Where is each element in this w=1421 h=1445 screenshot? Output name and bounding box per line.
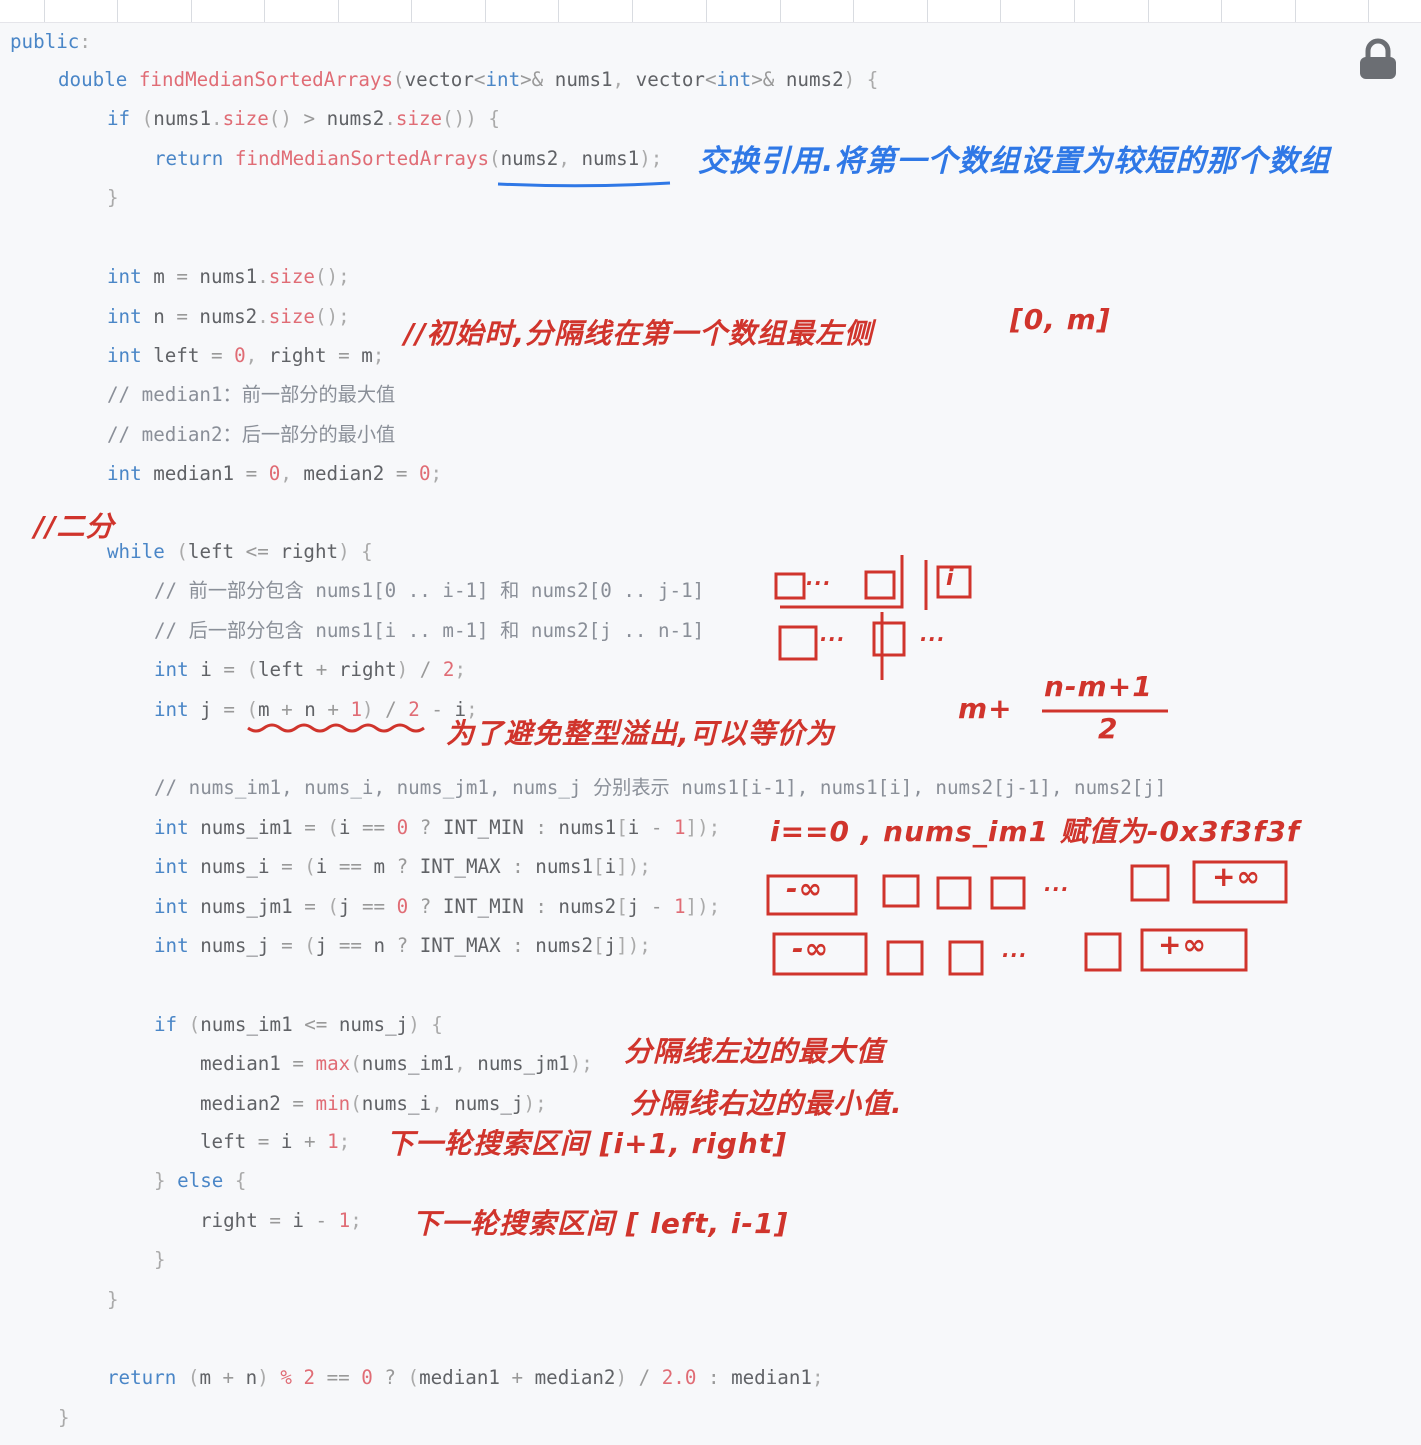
note-overflow: 为了避免整型溢出,可以等价为: [446, 717, 835, 750]
note-im1-zero: i==0 , nums_im1 赋值为-0x3f3f3f: [770, 815, 1301, 848]
note-formula-den: 2: [1098, 712, 1119, 745]
note-init-range: [0, m]: [1010, 303, 1111, 336]
note-init-divider: //初始时,分隔线在第一个数组最左侧: [404, 317, 874, 350]
note-dots: ...: [1002, 938, 1028, 962]
array-sketch: [766, 555, 1288, 976]
note-dots: ...: [806, 566, 832, 590]
note-dots: ...: [920, 622, 946, 646]
note-pos-inf: +∞: [1158, 928, 1207, 961]
note-formula-num: n-m+1: [1044, 670, 1153, 703]
note-pos-inf: +∞: [1212, 860, 1261, 893]
note-right-min: 分隔线右边的最小值.: [630, 1087, 903, 1120]
note-binary: //二分: [34, 510, 115, 543]
note-next-range-2: 下一轮搜索区间 [ left, i-1]: [412, 1207, 789, 1240]
note-left-max: 分隔线左边的最大值: [624, 1035, 886, 1068]
note-dots: ...: [820, 622, 846, 646]
note-formula-m: m+: [958, 692, 1013, 725]
note-neg-inf: -∞: [792, 932, 829, 965]
wavy-underline: [247, 723, 425, 733]
note-swap: 交换引用.将第一个数组设置为较短的那个数组: [698, 144, 1331, 179]
note-next-range-1: 下一轮搜索区间 [i+1, right]: [386, 1127, 788, 1160]
note-neg-inf: -∞: [786, 872, 823, 905]
note-box-i: i: [946, 566, 955, 591]
underline-return: [497, 181, 671, 188]
note-dots: ...: [1044, 872, 1070, 896]
